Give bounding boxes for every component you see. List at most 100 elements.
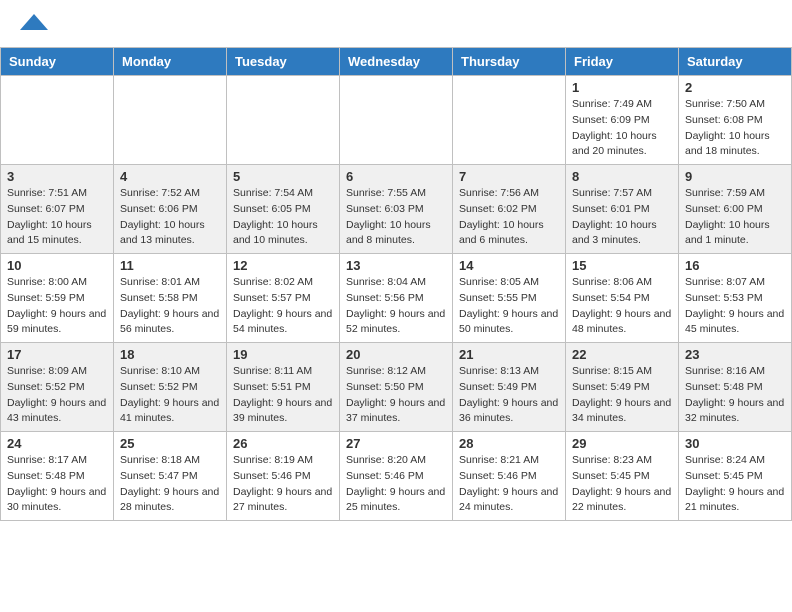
calendar-cell: 9 Sunrise: 7:59 AM Sunset: 6:00 PM Daylig…	[679, 165, 792, 254]
day-number: 15	[572, 258, 672, 273]
calendar-body: 1 Sunrise: 7:49 AM Sunset: 6:09 PM Daylig…	[1, 76, 792, 521]
calendar-cell: 2Sunrise: 7:50 AM Sunset: 6:08 PM Daylig…	[679, 76, 792, 165]
calendar-cell: 7 Sunrise: 7:56 AM Sunset: 6:02 PM Daylig…	[453, 165, 566, 254]
day-info: Sunrise: 8:07 AM Sunset: 5:53 PM Dayligh…	[685, 275, 785, 338]
calendar-week-row: 24 Sunrise: 8:17 AM Sunset: 5:48 PM Dayli…	[1, 432, 792, 521]
day-number: 30	[685, 436, 785, 451]
calendar-cell: 25 Sunrise: 8:18 AM Sunset: 5:47 PM Dayli…	[114, 432, 227, 521]
calendar-header-row: SundayMondayTuesdayWednesdayThursdayFrid…	[1, 48, 792, 76]
day-info: Sunrise: 8:11 AM Sunset: 5:51 PM Dayligh…	[233, 364, 333, 427]
calendar-cell: 16 Sunrise: 8:07 AM Sunset: 5:53 PM Dayli…	[679, 254, 792, 343]
calendar-cell: 17 Sunrise: 8:09 AM Sunset: 5:52 PM Dayli…	[1, 343, 114, 432]
day-info: Sunrise: 8:04 AM Sunset: 5:56 PM Dayligh…	[346, 275, 446, 338]
day-number: 23	[685, 347, 785, 362]
weekday-header-thursday: Thursday	[453, 48, 566, 76]
calendar-cell: 27Sunrise: 8:20 AM Sunset: 5:46 PM Dayli…	[340, 432, 453, 521]
calendar-week-row: 1 Sunrise: 7:49 AM Sunset: 6:09 PM Daylig…	[1, 76, 792, 165]
calendar-cell: 21 Sunrise: 8:13 AM Sunset: 5:49 PM Dayli…	[453, 343, 566, 432]
day-number: 7	[459, 169, 559, 184]
day-number: 11	[120, 258, 220, 273]
day-info: Sunrise: 8:09 AM Sunset: 5:52 PM Dayligh…	[7, 364, 107, 427]
calendar-cell: 4Sunrise: 7:52 AM Sunset: 6:06 PM Daylig…	[114, 165, 227, 254]
day-info: Sunrise: 7:51 AM Sunset: 6:07 PM Dayligh…	[7, 186, 107, 249]
calendar-cell: 24 Sunrise: 8:17 AM Sunset: 5:48 PM Dayli…	[1, 432, 114, 521]
calendar-cell: 26 Sunrise: 8:19 AM Sunset: 5:46 PM Dayli…	[227, 432, 340, 521]
day-number: 9	[685, 169, 785, 184]
day-info: Sunrise: 8:19 AM Sunset: 5:46 PM Dayligh…	[233, 453, 333, 516]
weekday-header-wednesday: Wednesday	[340, 48, 453, 76]
day-number: 12	[233, 258, 333, 273]
calendar-cell: 13 Sunrise: 8:04 AM Sunset: 5:56 PM Dayli…	[340, 254, 453, 343]
day-info: Sunrise: 8:23 AM Sunset: 5:45 PM Dayligh…	[572, 453, 672, 516]
day-info: Sunrise: 8:02 AM Sunset: 5:57 PM Dayligh…	[233, 275, 333, 338]
calendar-cell: 30 Sunrise: 8:24 AM Sunset: 5:45 PM Dayli…	[679, 432, 792, 521]
calendar-week-row: 17 Sunrise: 8:09 AM Sunset: 5:52 PM Dayli…	[1, 343, 792, 432]
day-number: 3	[7, 169, 107, 184]
day-info: Sunrise: 8:01 AM Sunset: 5:58 PM Dayligh…	[120, 275, 220, 338]
day-info: Sunrise: 7:59 AM Sunset: 6:00 PM Dayligh…	[685, 186, 785, 249]
calendar-week-row: 3 Sunrise: 7:51 AM Sunset: 6:07 PM Daylig…	[1, 165, 792, 254]
day-number: 6	[346, 169, 446, 184]
logo-icon	[18, 12, 50, 32]
day-info: Sunrise: 8:18 AM Sunset: 5:47 PM Dayligh…	[120, 453, 220, 516]
calendar-table: SundayMondayTuesdayWednesdayThursdayFrid…	[0, 47, 792, 521]
header	[0, 0, 792, 41]
day-info: Sunrise: 8:13 AM Sunset: 5:49 PM Dayligh…	[459, 364, 559, 427]
calendar-cell	[227, 76, 340, 165]
day-info: Sunrise: 8:05 AM Sunset: 5:55 PM Dayligh…	[459, 275, 559, 338]
day-number: 20	[346, 347, 446, 362]
day-info: Sunrise: 7:55 AM Sunset: 6:03 PM Dayligh…	[346, 186, 446, 249]
calendar-cell	[1, 76, 114, 165]
calendar-cell: 12 Sunrise: 8:02 AM Sunset: 5:57 PM Dayli…	[227, 254, 340, 343]
calendar-cell: 15 Sunrise: 8:06 AM Sunset: 5:54 PM Dayli…	[566, 254, 679, 343]
day-number: 26	[233, 436, 333, 451]
day-number: 24	[7, 436, 107, 451]
day-number: 18	[120, 347, 220, 362]
weekday-header-friday: Friday	[566, 48, 679, 76]
calendar-cell: 14 Sunrise: 8:05 AM Sunset: 5:55 PM Dayli…	[453, 254, 566, 343]
calendar-cell: 11 Sunrise: 8:01 AM Sunset: 5:58 PM Dayli…	[114, 254, 227, 343]
day-number: 17	[7, 347, 107, 362]
day-number: 27	[346, 436, 446, 451]
day-info: Sunrise: 8:17 AM Sunset: 5:48 PM Dayligh…	[7, 453, 107, 516]
day-info: Sunrise: 8:00 AM Sunset: 5:59 PM Dayligh…	[7, 275, 107, 338]
day-info: Sunrise: 7:56 AM Sunset: 6:02 PM Dayligh…	[459, 186, 559, 249]
day-number: 5	[233, 169, 333, 184]
day-info: Sunrise: 8:10 AM Sunset: 5:52 PM Dayligh…	[120, 364, 220, 427]
day-number: 13	[346, 258, 446, 273]
calendar-cell	[114, 76, 227, 165]
day-info: Sunrise: 7:49 AM Sunset: 6:09 PM Dayligh…	[572, 97, 672, 160]
calendar-cell: 19Sunrise: 8:11 AM Sunset: 5:51 PM Dayli…	[227, 343, 340, 432]
calendar-cell: 1 Sunrise: 7:49 AM Sunset: 6:09 PM Daylig…	[566, 76, 679, 165]
day-number: 10	[7, 258, 107, 273]
day-number: 21	[459, 347, 559, 362]
calendar-cell: 3 Sunrise: 7:51 AM Sunset: 6:07 PM Daylig…	[1, 165, 114, 254]
day-info: Sunrise: 8:21 AM Sunset: 5:46 PM Dayligh…	[459, 453, 559, 516]
day-number: 14	[459, 258, 559, 273]
calendar-cell: 20 Sunrise: 8:12 AM Sunset: 5:50 PM Dayli…	[340, 343, 453, 432]
calendar-cell: 5Sunrise: 7:54 AM Sunset: 6:05 PM Daylig…	[227, 165, 340, 254]
calendar-cell: 22Sunrise: 8:15 AM Sunset: 5:49 PM Dayli…	[566, 343, 679, 432]
day-number: 8	[572, 169, 672, 184]
calendar-cell: 28 Sunrise: 8:21 AM Sunset: 5:46 PM Dayli…	[453, 432, 566, 521]
day-number: 16	[685, 258, 785, 273]
calendar-cell: 6 Sunrise: 7:55 AM Sunset: 6:03 PM Daylig…	[340, 165, 453, 254]
day-number: 2	[685, 80, 785, 95]
day-info: Sunrise: 8:12 AM Sunset: 5:50 PM Dayligh…	[346, 364, 446, 427]
weekday-header-tuesday: Tuesday	[227, 48, 340, 76]
day-info: Sunrise: 8:16 AM Sunset: 5:48 PM Dayligh…	[685, 364, 785, 427]
calendar-cell: 29 Sunrise: 8:23 AM Sunset: 5:45 PM Dayli…	[566, 432, 679, 521]
day-number: 25	[120, 436, 220, 451]
day-info: Sunrise: 7:57 AM Sunset: 6:01 PM Dayligh…	[572, 186, 672, 249]
day-number: 1	[572, 80, 672, 95]
day-info: Sunrise: 8:15 AM Sunset: 5:49 PM Dayligh…	[572, 364, 672, 427]
calendar-cell: 23 Sunrise: 8:16 AM Sunset: 5:48 PM Dayli…	[679, 343, 792, 432]
day-info: Sunrise: 8:24 AM Sunset: 5:45 PM Dayligh…	[685, 453, 785, 516]
weekday-header-monday: Monday	[114, 48, 227, 76]
day-number: 29	[572, 436, 672, 451]
weekday-header-saturday: Saturday	[679, 48, 792, 76]
day-number: 28	[459, 436, 559, 451]
weekday-header-sunday: Sunday	[1, 48, 114, 76]
day-info: Sunrise: 8:06 AM Sunset: 5:54 PM Dayligh…	[572, 275, 672, 338]
calendar-cell: 10 Sunrise: 8:00 AM Sunset: 5:59 PM Dayli…	[1, 254, 114, 343]
